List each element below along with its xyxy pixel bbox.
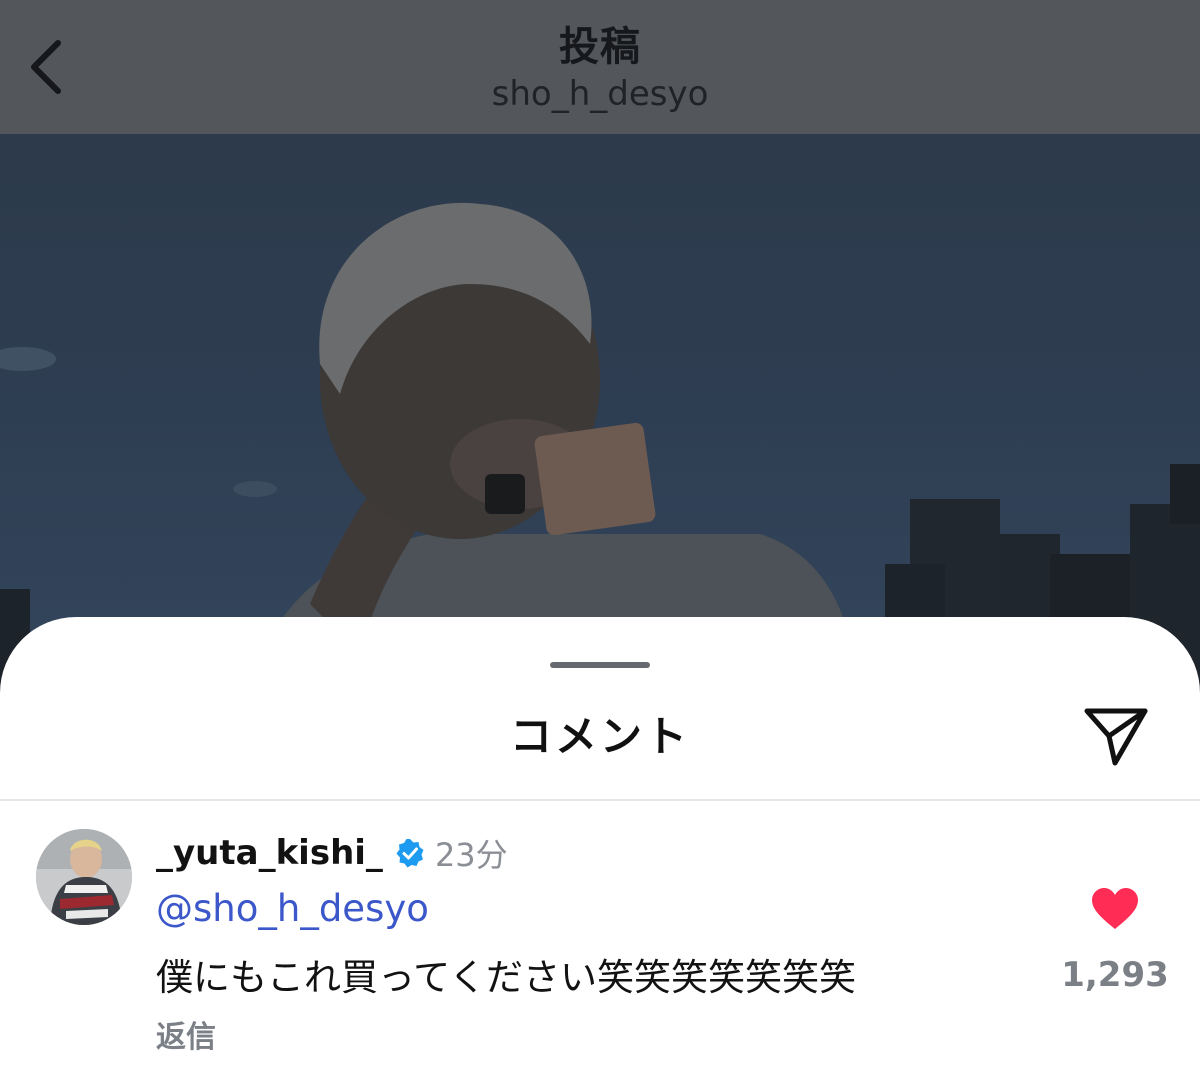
- share-button[interactable]: [1080, 702, 1152, 768]
- comments-sheet-title: コメント: [509, 712, 690, 761]
- heart-icon: [1092, 888, 1138, 929]
- verified-badge-icon: [395, 838, 425, 868]
- comment-timestamp: 23分: [434, 836, 508, 874]
- post-photo[interactable]: [0, 134, 1200, 694]
- avatar-image: [36, 829, 132, 925]
- like-count: 1,293: [1061, 955, 1169, 995]
- comment-header: _yuta_kishi_ 23分: [156, 830, 508, 876]
- comment-mention-link[interactable]: @sho_h_desyo: [156, 887, 429, 930]
- page-subtitle-username[interactable]: sho_h_desyo: [0, 74, 1200, 114]
- page-title: 投稿: [559, 24, 641, 70]
- send-icon: [1084, 708, 1148, 766]
- comment-username[interactable]: _yuta_kishi_: [156, 833, 383, 873]
- reply-button[interactable]: 返信: [156, 1012, 216, 1056]
- sheet-divider: [0, 799, 1200, 801]
- post-photo-illustration: [0, 202, 1200, 694]
- like-button[interactable]: [1088, 884, 1142, 934]
- post-header: 投稿 sho_h_desyo: [0, 0, 1200, 134]
- comment-text: 僕にもこれ買ってください笑笑笑笑笑笑笑: [156, 956, 857, 999]
- sheet-grabber-handle[interactable]: [550, 662, 650, 668]
- avatar[interactable]: [36, 829, 132, 925]
